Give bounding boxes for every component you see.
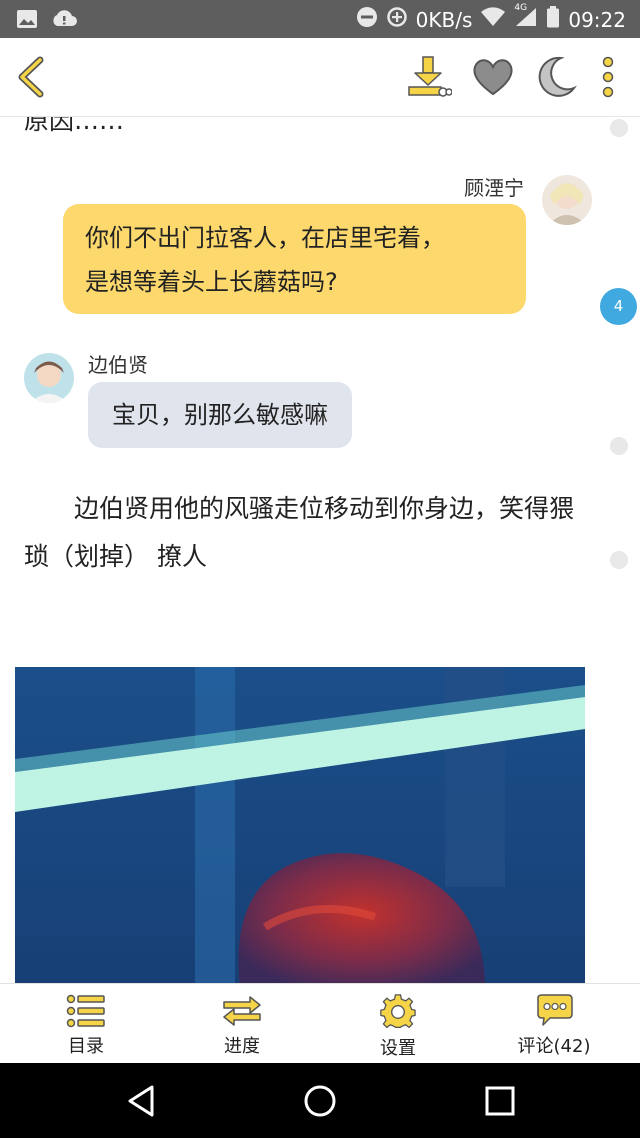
comment-bubble-icon bbox=[537, 994, 573, 1026]
avatar[interactable] bbox=[24, 353, 74, 403]
sender-name: 顾湮宁 bbox=[464, 176, 524, 200]
reader-top-bar bbox=[0, 38, 640, 117]
system-back-button[interactable] bbox=[124, 1083, 160, 1119]
chat-bubble: 宝贝，别那么敏感嘛 bbox=[88, 382, 352, 448]
moon-icon bbox=[538, 56, 577, 97]
do-not-disturb-icon bbox=[356, 6, 378, 33]
network-type: 4G bbox=[514, 3, 528, 13]
avatar[interactable] bbox=[542, 175, 592, 225]
story-image bbox=[15, 667, 585, 983]
paragraph-comment-dot[interactable] bbox=[610, 119, 628, 137]
battery-icon bbox=[546, 6, 560, 33]
message-line: 你们不出门拉客人，在店里宅着， bbox=[85, 224, 445, 252]
paragraph-comment-dot[interactable] bbox=[610, 551, 628, 569]
swap-arrows-icon bbox=[223, 996, 261, 1026]
paragraph-comment-dot[interactable] bbox=[610, 437, 628, 455]
nav-label: 目录 bbox=[68, 1036, 104, 1057]
cloud-alert-icon bbox=[50, 8, 78, 34]
system-recents-button[interactable] bbox=[482, 1083, 518, 1119]
nav-label: 设置 bbox=[380, 1038, 416, 1059]
nav-table-of-contents[interactable]: 目录 bbox=[26, 990, 146, 1058]
recents-square-icon bbox=[485, 1086, 515, 1116]
favorite-button[interactable] bbox=[470, 54, 516, 100]
more-options-button[interactable] bbox=[592, 54, 624, 100]
status-bar: 0KB/s 4G 09:22 bbox=[0, 0, 640, 38]
back-triangle-icon bbox=[128, 1085, 154, 1117]
gear-icon bbox=[380, 994, 416, 1029]
download-button[interactable] bbox=[406, 54, 453, 100]
signal-icon: 4G bbox=[514, 3, 538, 33]
comment-count-badge[interactable]: 4 bbox=[600, 288, 637, 325]
more-vertical-icon bbox=[602, 56, 614, 98]
system-home-button[interactable] bbox=[302, 1083, 338, 1119]
chat-bubble: 你们不出门拉客人，在店里宅着， 是想等着头上长蘑菇吗? bbox=[63, 204, 526, 314]
night-mode-button[interactable] bbox=[531, 54, 577, 100]
home-circle-icon bbox=[304, 1085, 336, 1117]
nav-progress[interactable]: 进度 bbox=[182, 990, 302, 1058]
back-button[interactable] bbox=[14, 56, 48, 98]
wifi-icon bbox=[480, 6, 506, 33]
chapter-content[interactable]: 原因…… 顾湮宁 你们不出门拉客人，在店里宅着， 是想等着头上长蘑菇吗? 4 边… bbox=[0, 117, 640, 983]
message-text: 宝贝，别那么敏感嘛 bbox=[112, 401, 328, 429]
network-speed: 0KB/s bbox=[415, 7, 473, 32]
nav-comments[interactable]: 评论(42) bbox=[494, 990, 614, 1058]
nav-settings[interactable]: 设置 bbox=[338, 990, 458, 1059]
data-saver-icon bbox=[386, 6, 408, 33]
story-paragraph: 边伯贤用他的风骚走位移动到你身边，笑得猥琐（划掉） 撩人 bbox=[24, 494, 575, 571]
back-arrow-icon bbox=[18, 56, 44, 98]
message-line: 是想等着头上长蘑菇吗? bbox=[85, 268, 338, 296]
nav-label: 评论(42) bbox=[517, 1036, 591, 1057]
sender-name: 边伯贤 bbox=[88, 353, 148, 377]
download-icon bbox=[408, 56, 453, 97]
reader-bottom-nav: 目录 进度 设置 评论(42) bbox=[0, 983, 640, 1064]
system-navigation-bar bbox=[0, 1063, 640, 1138]
clock: 09:22 bbox=[568, 7, 626, 32]
heart-icon bbox=[473, 59, 513, 96]
image-icon bbox=[16, 8, 38, 34]
nav-label: 进度 bbox=[224, 1036, 260, 1057]
previous-text-fragment: 原因…… bbox=[24, 117, 125, 135]
list-icon bbox=[66, 994, 105, 1028]
